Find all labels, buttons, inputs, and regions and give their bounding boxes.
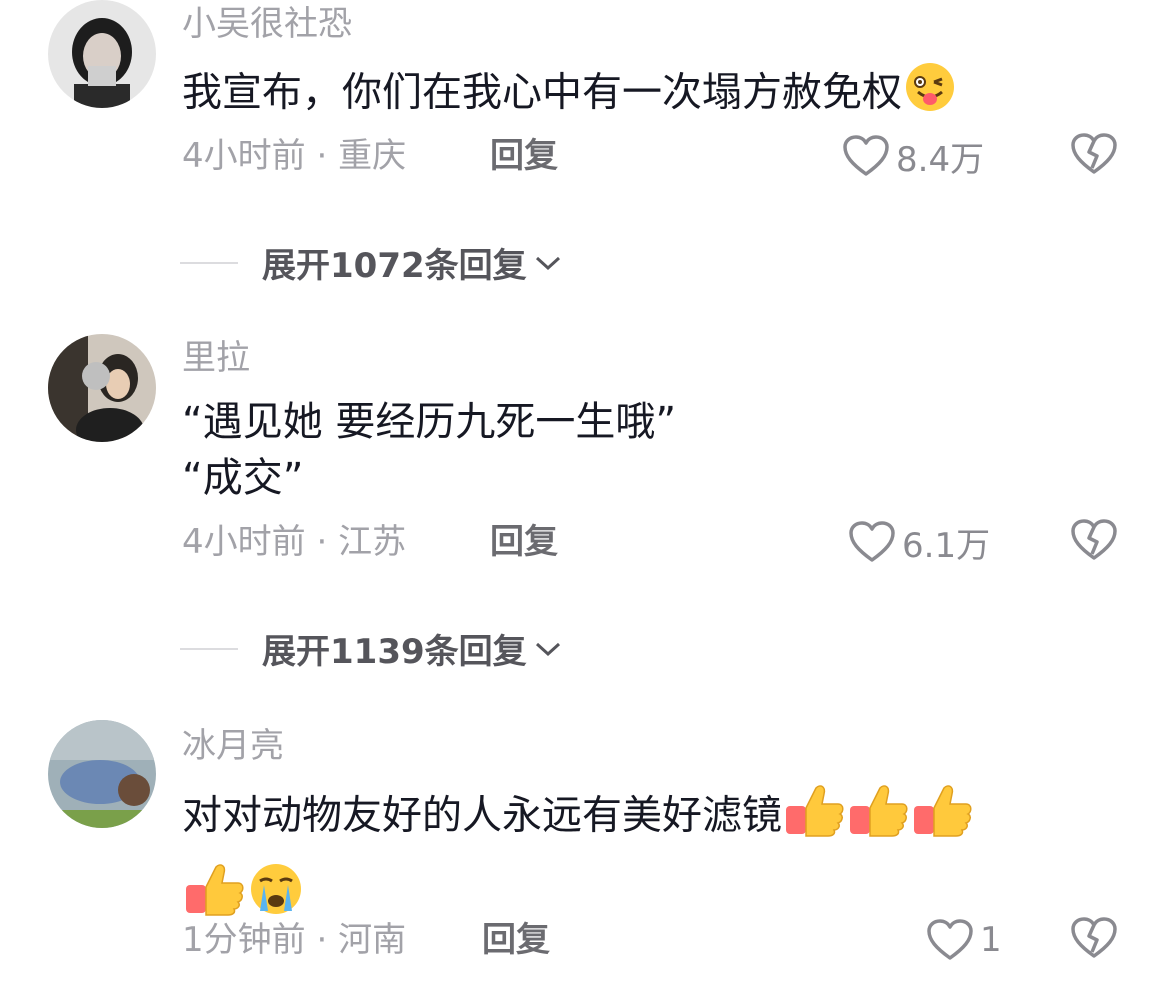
comment-text-line: “成交”	[182, 455, 304, 501]
comment-text: “遇见她 要经历九死一生哦” “成交”	[182, 394, 676, 506]
like-count: 8.4万	[896, 139, 985, 180]
meta-separator: ·	[316, 136, 328, 176]
expand-replies-label: 展开1139条回复	[262, 632, 527, 672]
heart-icon	[849, 521, 895, 562]
reply-button[interactable]: 回复	[490, 522, 558, 562]
divider-line	[180, 647, 238, 650]
like-button[interactable]: 6.1万	[848, 518, 990, 566]
chevron-down-icon	[535, 256, 560, 270]
comment-location: 重庆	[338, 136, 407, 176]
meta-separator: ·	[316, 522, 328, 562]
comment-author[interactable]: 冰月亮	[182, 726, 284, 766]
comment-author[interactable]: 小吴很社恐	[182, 4, 352, 44]
broken-heart-icon	[1071, 917, 1117, 958]
comment-time: 1分钟前	[182, 920, 306, 960]
meta-separator: ·	[316, 920, 328, 960]
thumbs-up-emoji	[846, 782, 910, 853]
expand-replies-button[interactable]: 展开1072条回复	[180, 238, 563, 287]
winking-tongue-emoji	[902, 62, 958, 127]
comment-text-line: 对对动物友好的人永远有美好滤镜	[182, 792, 782, 839]
comment-text-line: “遇见她 要经历九死一生哦”	[182, 399, 677, 445]
expand-replies-label: 展开1072条回复	[262, 246, 527, 286]
heart-icon	[927, 919, 973, 960]
like-count: 6.1万	[902, 525, 991, 566]
dislike-button[interactable]	[1070, 518, 1118, 566]
dislike-button[interactable]	[1070, 132, 1118, 180]
broken-heart-icon	[1071, 519, 1117, 560]
chevron-down-icon	[535, 642, 560, 656]
comment-text: 我宣布，你们在我心中有一次塌方赦免权	[182, 62, 958, 127]
divider-line	[180, 261, 238, 264]
comment-author[interactable]: 里拉	[182, 338, 250, 378]
heart-icon	[843, 135, 889, 176]
comment-time: 4小时前	[182, 522, 306, 562]
comment-meta: 4小时前 · 重庆	[182, 136, 406, 176]
broken-heart-icon	[1071, 133, 1117, 174]
thumbs-up-emoji	[782, 782, 846, 853]
comment-meta: 4小时前 · 江苏	[182, 522, 406, 562]
like-button[interactable]: 8.4万	[842, 132, 984, 180]
like-count: 1	[980, 920, 1002, 960]
comment-location: 江苏	[338, 522, 407, 562]
reply-button[interactable]: 回复	[490, 136, 558, 176]
avatar[interactable]	[48, 334, 156, 442]
comment-text-line: 我宣布，你们在我心中有一次塌方赦免权	[182, 69, 902, 116]
avatar[interactable]	[48, 720, 156, 828]
comment-location: 河南	[338, 920, 407, 960]
comment-meta: 1分钟前 · 河南	[182, 920, 406, 960]
dislike-button[interactable]	[1070, 916, 1118, 964]
comment-text: 对对动物友好的人永远有美好滤镜	[182, 782, 974, 932]
like-button[interactable]: 1	[926, 916, 1002, 964]
comment-time: 4小时前	[182, 136, 306, 176]
expand-replies-button[interactable]: 展开1139条回复	[180, 624, 563, 673]
thumbs-up-emoji	[910, 782, 974, 853]
avatar[interactable]	[48, 0, 156, 108]
reply-button[interactable]: 回复	[482, 920, 550, 960]
